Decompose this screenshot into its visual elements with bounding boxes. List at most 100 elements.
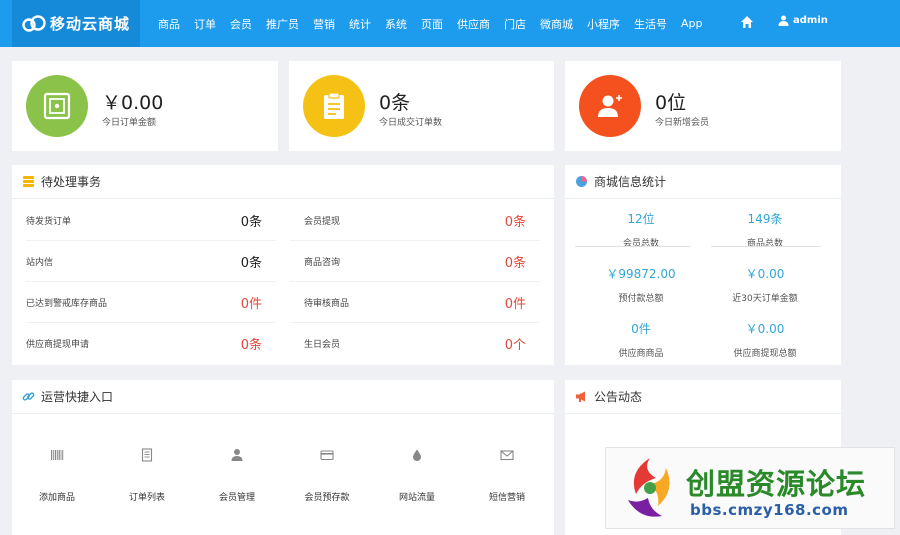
stat-value: ￥0.00 [745, 322, 785, 336]
nav-item-promoters[interactable]: 推广员 [259, 16, 306, 32]
pending-tasks-panel: 待处理事务 待发货订单 0条 站内信 0条 已达到警戒库存商品 0件 供应商提现… [12, 165, 554, 365]
stat-label: 今日新增会员 [655, 118, 710, 128]
nav-item-marketing[interactable]: 营销 [306, 16, 342, 32]
forum-url: bbs.cmzy168.com [690, 501, 849, 519]
pending-label: 待审核商品 [304, 298, 350, 309]
main-nav: 商品 订单 会员 推广员 营销 统计 系统 页面 供应商 门店 微商城 小程序 … [151, 0, 710, 47]
user-icon [231, 449, 243, 461]
panel-header: 待处理事务 [12, 165, 554, 199]
megaphone-icon [576, 391, 585, 402]
database-icon [23, 176, 34, 187]
store-stats-panel: 商城信息统计 12位 会员总数 149条 商品总数 ￥99872.00 预付款总… [565, 165, 841, 365]
stat-label: 近30天订单金额 [732, 294, 798, 304]
panel-title: 运营快捷入口 [41, 390, 114, 404]
add-user-icon [598, 95, 622, 117]
stat-30day-order-amount: ￥0.00 近30天订单金额 [710, 265, 820, 304]
pending-row[interactable]: 待审核商品 0件 [290, 282, 540, 323]
user-icon [778, 15, 789, 26]
stat-label: 预付款总额 [618, 294, 664, 304]
pending-label: 待发货订单 [26, 216, 72, 227]
nav-item-orders[interactable]: 订单 [187, 16, 223, 32]
forum-name: 创盟资源论坛 [686, 467, 867, 501]
cloud-logo-icon [22, 14, 46, 32]
stat-value: ￥99872.00 [606, 267, 676, 281]
pending-row[interactable]: 会员提现 0条 [290, 200, 540, 241]
nav-item-members[interactable]: 会员 [223, 16, 259, 32]
stat-member-total: 12位 会员总数 [586, 210, 696, 249]
stat-label: 今日成交订单数 [379, 118, 443, 128]
user-menu[interactable]: admin [778, 15, 828, 26]
shortcut-add-goods[interactable]: 添加商品 [12, 448, 102, 503]
panel-header: 运营快捷入口 [12, 380, 554, 414]
credit-card-icon [320, 450, 334, 461]
stat-card-order-count: 0条 今日成交订单数 [289, 61, 554, 151]
pending-value: 0条 [240, 255, 262, 271]
pending-label: 生日会员 [304, 340, 341, 350]
pending-row[interactable]: 商品咨询 0条 [290, 241, 540, 282]
pending-row[interactable]: 待发货订单 0条 [26, 200, 276, 241]
shortcut-label: 会员管理 [218, 493, 255, 503]
panel-title: 商城信息统计 [594, 175, 667, 189]
pending-value: 0条 [504, 214, 526, 230]
droplet-icon [413, 449, 421, 461]
pending-label: 站内信 [26, 257, 54, 268]
pending-row[interactable]: 生日会员 0个 [290, 323, 540, 364]
pending-value: 0条 [504, 255, 526, 271]
nav-item-wechat-mall[interactable]: 微商城 [533, 16, 580, 32]
pending-value: 0条 [240, 214, 262, 230]
stat-card-order-amount: ￥0.00 今日订单金额 [12, 61, 278, 151]
safe-icon [43, 92, 71, 120]
stat-supplier-goods: 0件 供应商商品 [586, 320, 696, 359]
nav-item-goods[interactable]: 商品 [151, 16, 187, 32]
link-icon [22, 392, 35, 401]
pending-label: 供应商提现申请 [26, 340, 90, 350]
shortcut-label: 网站流量 [398, 493, 435, 503]
home-icon[interactable] [740, 15, 754, 29]
pending-label: 已达到警戒库存商品 [26, 298, 108, 309]
shortcut-site-traffic[interactable]: 网站流量 [372, 448, 462, 503]
nav-item-life-account[interactable]: 生活号 [627, 16, 674, 32]
shortcut-label: 短信营销 [488, 493, 525, 503]
barcode-icon [51, 450, 64, 460]
panel-title: 公告动态 [594, 390, 643, 404]
nav-item-app[interactable]: App [674, 17, 710, 30]
pending-label: 商品咨询 [304, 257, 341, 268]
stat-goods-total: 149条 商品总数 [710, 210, 820, 249]
stat-supplier-withdraw: ￥0.00 供应商提现总额 [710, 320, 820, 359]
pending-row[interactable]: 已达到警戒库存商品 0件 [26, 282, 276, 323]
panel-header: 公告动态 [565, 380, 841, 414]
stat-label: 今日订单金额 [102, 118, 157, 128]
pending-row[interactable]: 站内信 0条 [26, 241, 276, 282]
pending-row[interactable]: 供应商提现申请 0条 [26, 323, 276, 364]
brand-logo[interactable]: 移动云商城 [12, 0, 140, 47]
stat-value: 0位 [655, 92, 687, 114]
username: admin [793, 15, 828, 26]
shortcut-label: 添加商品 [38, 493, 75, 503]
stat-value: 0条 [379, 92, 411, 114]
shortcut-member-management[interactable]: 会员管理 [192, 448, 282, 503]
pending-value: 0条 [240, 338, 262, 353]
pending-value: 0个 [504, 338, 526, 353]
forum-logo-icon [628, 458, 670, 517]
shortcut-member-deposit[interactable]: 会员预存款 [282, 448, 372, 503]
nav-item-system[interactable]: 系统 [378, 16, 414, 32]
forum-watermark: 创盟资源论坛 bbs.cmzy168.com [605, 447, 895, 529]
nav-item-pages[interactable]: 页面 [414, 16, 450, 32]
nav-item-stores[interactable]: 门店 [497, 16, 533, 32]
envelope-icon [500, 450, 514, 461]
stat-label: 供应商提现总额 [733, 349, 797, 359]
shortcut-sms-marketing[interactable]: 短信营销 [462, 448, 552, 503]
panel-header: 商城信息统计 [565, 165, 841, 199]
nav-item-statistics[interactable]: 统计 [342, 16, 378, 32]
nav-item-suppliers[interactable]: 供应商 [450, 16, 497, 32]
stat-label: 供应商商品 [618, 349, 664, 359]
stat-value: 12位 [627, 212, 655, 226]
stat-icon-circle [579, 75, 641, 137]
nav-item-mini-program[interactable]: 小程序 [580, 16, 627, 32]
pending-value: 0件 [240, 296, 262, 312]
shortcut-order-list[interactable]: 订单列表 [102, 448, 192, 503]
stat-prepaid-total: ￥99872.00 预付款总额 [586, 265, 696, 304]
stat-value: ￥0.00 [102, 92, 164, 114]
document-icon [141, 448, 153, 462]
stat-card-new-members: 0位 今日新增会员 [565, 61, 841, 151]
